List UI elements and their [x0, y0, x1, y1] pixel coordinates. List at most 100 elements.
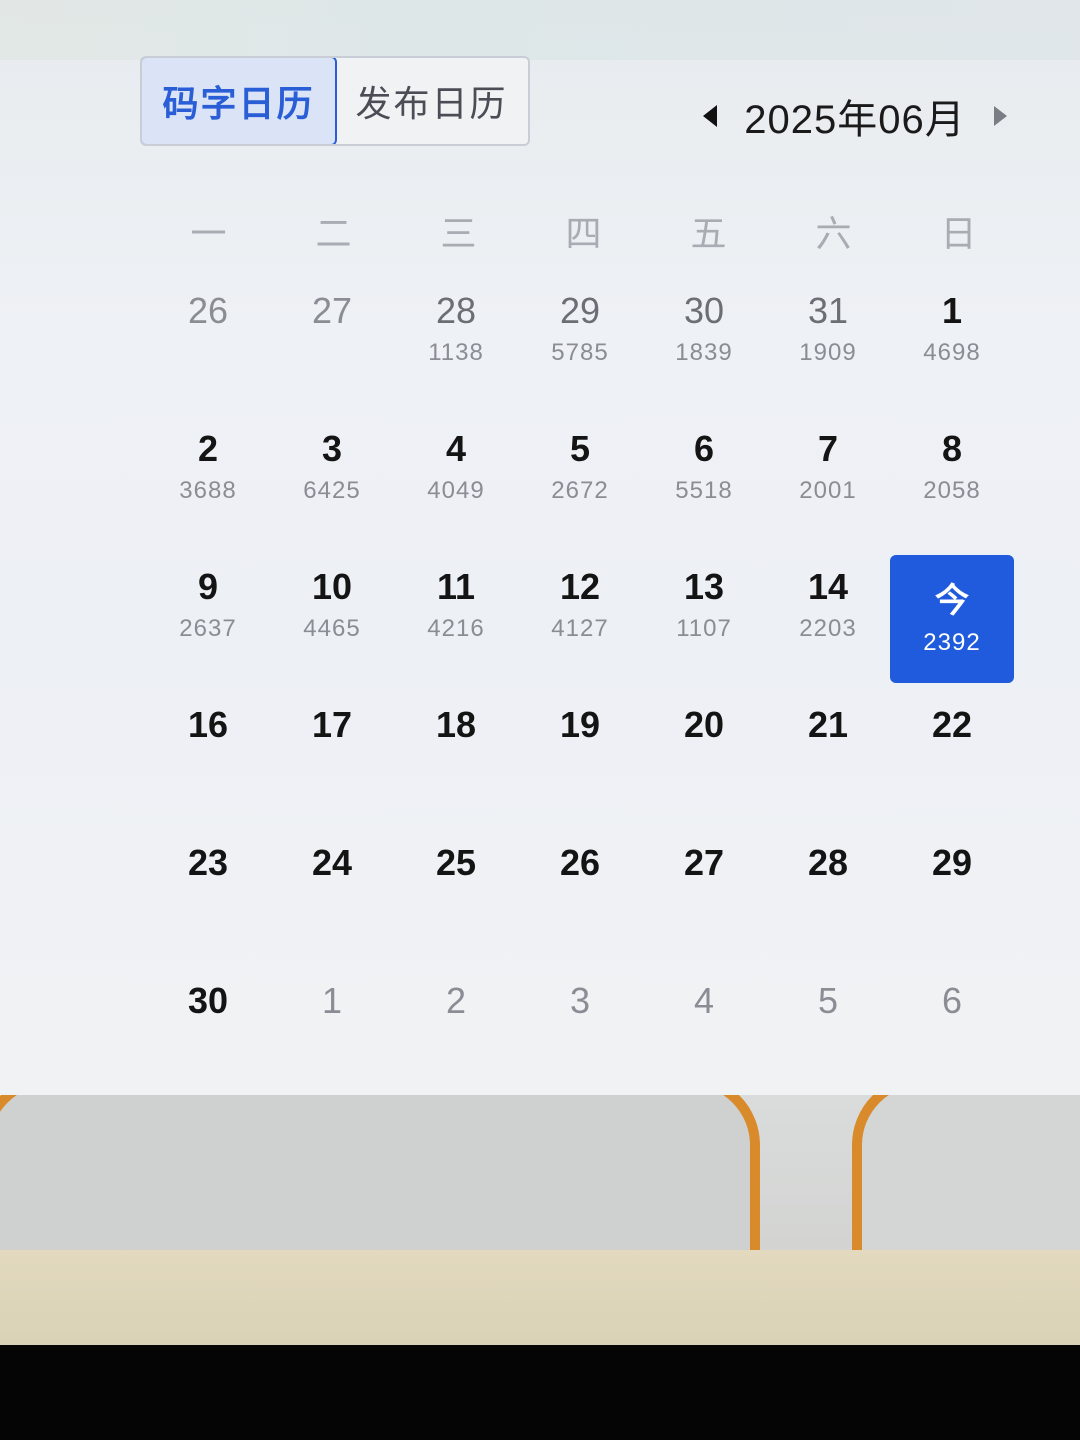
calendar-day[interactable]: 28 [766, 837, 890, 975]
calendar-day[interactable]: 13 1107 [642, 561, 766, 699]
calendar-day[interactable]: 7 2001 [766, 423, 890, 561]
day-number: 29 [559, 290, 601, 331]
day-number: 26 [559, 842, 601, 883]
day-number: 5 [817, 980, 839, 1021]
day-number: 23 [187, 842, 229, 883]
day-word-count: 2672 [551, 477, 609, 504]
weekday-sun: 日 [940, 213, 977, 254]
calendar-day[interactable]: 26 [146, 285, 270, 423]
day-number: 17 [311, 704, 353, 745]
calendar-day[interactable]: 26 [518, 837, 642, 975]
calendar-day[interactable]: 2 3688 [146, 423, 270, 561]
calendar-day[interactable]: 4 [642, 975, 766, 1095]
day-word-count: 2203 [799, 615, 857, 642]
calendar-day[interactable]: 3 6425 [270, 423, 394, 561]
prev-month-button[interactable] [690, 96, 730, 136]
day-number: 10 [311, 566, 353, 607]
calendar-day[interactable]: 8 2058 [890, 423, 1014, 561]
calendar-day[interactable]: 4 4049 [394, 423, 518, 561]
calendar-day[interactable]: 11 4216 [394, 561, 518, 699]
day-number: 22 [931, 704, 973, 745]
calendar-day[interactable]: 23 [146, 837, 270, 975]
day-word-count: 4049 [427, 477, 485, 504]
calendar-day[interactable]: 19 [518, 699, 642, 837]
day-number: 6 [941, 980, 963, 1021]
calendar-day[interactable]: 22 [890, 699, 1014, 837]
current-month-label: 2025年06月 [744, 98, 966, 142]
calendar-day[interactable]: 20 [642, 699, 766, 837]
day-number: 9 [197, 566, 219, 607]
calendar-panel: 码字日历 发布日历 2025年06月 一 二 三 四 五 六 日 26 27 28 1… [0, 0, 1080, 1095]
day-word-count: 2637 [179, 615, 237, 642]
calendar-day[interactable]: 17 [270, 699, 394, 837]
tab-writing-calendar[interactable]: 码字日历 [142, 58, 337, 144]
calendar-day[interactable]: 18 [394, 699, 518, 837]
day-number: 28 [435, 290, 477, 331]
day-word-count: 3688 [179, 477, 237, 504]
calendar-day-grid: 26 27 28 1138 29 5785 30 1839 31 1909 1 4698 2 3688 3 6… [146, 285, 1026, 1095]
day-number: 30 [187, 980, 229, 1021]
calendar-day[interactable]: 31 1909 [766, 285, 890, 423]
day-number: 14 [807, 566, 849, 607]
month-navigator: 2025年06月 [690, 86, 1020, 146]
day-number: 11 [436, 566, 476, 607]
calendar-day[interactable]: 10 4465 [270, 561, 394, 699]
day-word-count: 6425 [303, 477, 361, 504]
day-number: 3 [569, 980, 591, 1021]
day-word-count: 4465 [303, 615, 361, 642]
day-word-count: 1909 [799, 339, 857, 366]
calendar-day[interactable]: 25 [394, 837, 518, 975]
calendar-day[interactable]: 12 4127 [518, 561, 642, 699]
day-number: 31 [807, 290, 849, 331]
day-number: 29 [931, 842, 973, 883]
calendar-day[interactable]: 16 [146, 699, 270, 837]
calendar-day[interactable]: 14 2203 [766, 561, 890, 699]
day-word-count: 2001 [799, 477, 857, 504]
desk-edge [0, 1250, 1080, 1350]
calendar-day[interactable]: 5 [766, 975, 890, 1095]
calendar-day[interactable]: 6 5518 [642, 423, 766, 561]
calendar-day[interactable]: 6 [890, 975, 1014, 1095]
calendar-day[interactable]: 24 [270, 837, 394, 975]
calendar-type-tabs: 码字日历 发布日历 [140, 56, 530, 146]
day-word-count: 1107 [676, 615, 732, 642]
day-number: 19 [559, 704, 601, 745]
calendar-day[interactable]: 30 [146, 975, 270, 1095]
calendar-day[interactable]: 2 [394, 975, 518, 1095]
calendar-day[interactable]: 1 4698 [890, 285, 1014, 423]
caret-right-icon [993, 106, 1007, 126]
calendar-day[interactable]: 9 2637 [146, 561, 270, 699]
calendar-day[interactable]: 1 [270, 975, 394, 1095]
day-number: 2 [197, 428, 219, 469]
day-number: 21 [807, 704, 849, 745]
weekday-tue: 二 [315, 213, 352, 254]
day-number: 27 [683, 842, 725, 883]
day-number: 30 [683, 290, 725, 331]
day-number: 今 [935, 582, 969, 620]
calendar-day[interactable]: 29 [890, 837, 1014, 975]
tab-publish-calendar[interactable]: 发布日历 [335, 58, 528, 144]
monitor-screen: 码字日历 发布日历 2025年06月 一 二 三 四 五 六 日 26 27 28 1… [0, 0, 1080, 1095]
day-number: 18 [435, 704, 477, 745]
day-number: 1 [941, 290, 963, 331]
day-word-count: 2058 [923, 477, 981, 504]
calendar-day[interactable]: 27 [270, 285, 394, 423]
day-number: 20 [683, 704, 725, 745]
day-word-count: 1138 [428, 339, 484, 366]
calendar-day[interactable]: 29 5785 [518, 285, 642, 423]
day-number: 24 [311, 842, 353, 883]
weekday-sat: 六 [815, 213, 852, 254]
calendar-day[interactable]: 28 1138 [394, 285, 518, 423]
day-number: 8 [941, 428, 963, 469]
day-number: 12 [559, 566, 601, 607]
calendar-day[interactable]: 27 [642, 837, 766, 975]
calendar-day[interactable]: 5 2672 [518, 423, 642, 561]
weekday-thu: 四 [565, 213, 602, 254]
calendar-day[interactable]: 21 [766, 699, 890, 837]
day-number: 4 [693, 980, 715, 1021]
calendar-day[interactable]: 30 1839 [642, 285, 766, 423]
day-number: 2 [445, 980, 467, 1021]
next-month-button[interactable] [980, 96, 1020, 136]
calendar-day-today[interactable]: 今 2392 [890, 555, 1014, 683]
calendar-day[interactable]: 3 [518, 975, 642, 1095]
